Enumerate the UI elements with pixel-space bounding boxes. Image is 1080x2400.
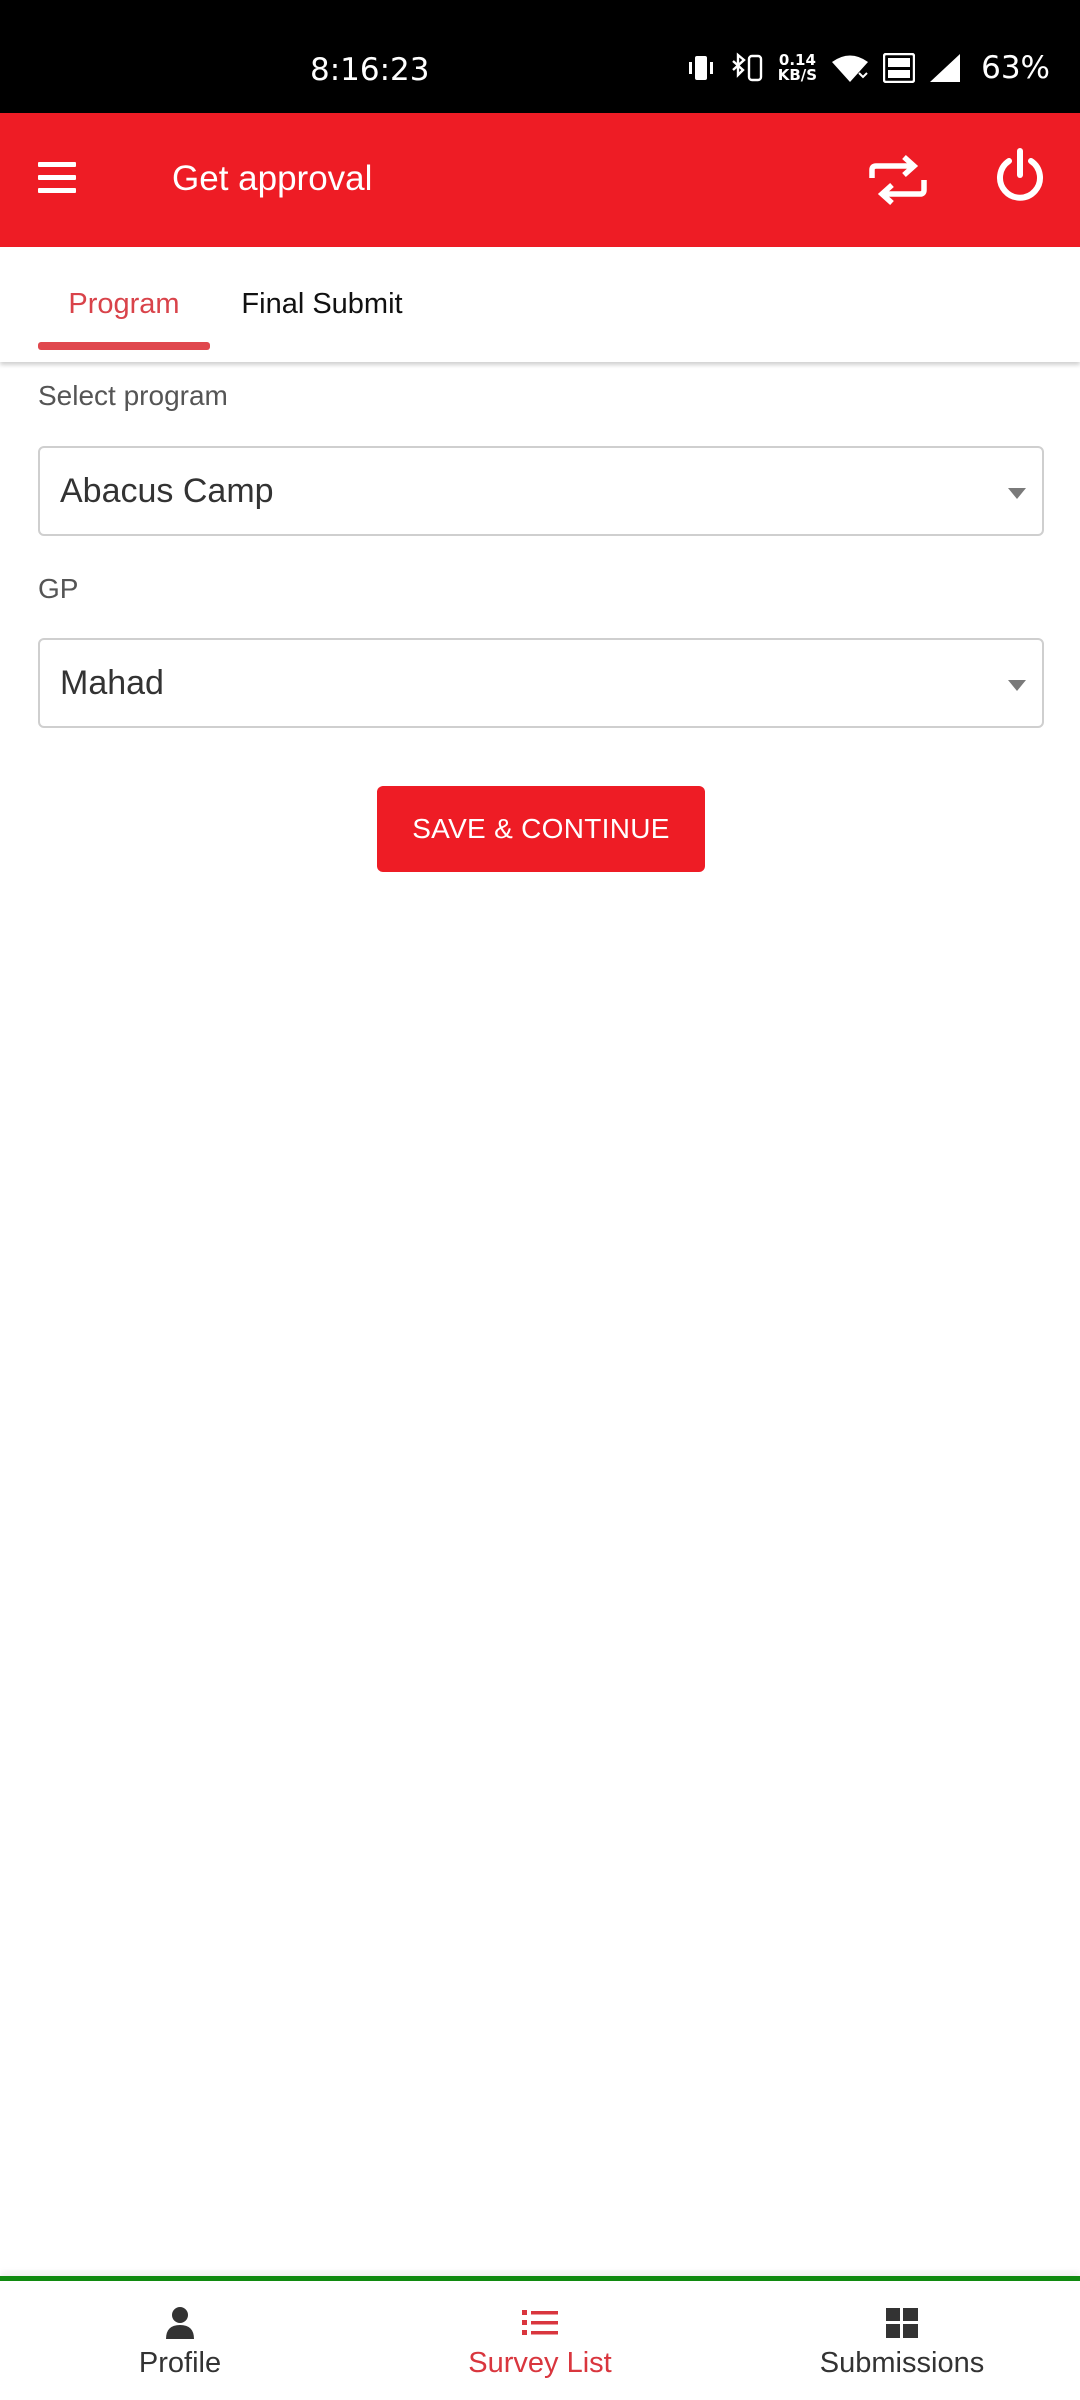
wifi-icon — [831, 53, 869, 83]
status-bar: 8:16:23 0.14 KB/S 63% — [0, 0, 1080, 113]
save-continue-button[interactable]: SAVE & CONTINUE — [377, 786, 705, 872]
nav-submissions[interactable]: Submissions — [752, 2281, 1052, 2400]
nav-survey-list[interactable]: Survey List — [390, 2281, 690, 2400]
gp-select-value: Mahad — [60, 664, 164, 702]
active-tab-indicator — [38, 342, 210, 350]
bottom-navigation: Profile Survey List Submissions — [0, 2276, 1080, 2400]
menu-icon — [38, 162, 76, 193]
page-title: Get approval — [172, 159, 373, 198]
gp-select[interactable]: Mahad — [38, 638, 1044, 728]
vibrate-icon — [686, 53, 716, 83]
bluetooth-icon — [730, 52, 764, 84]
nav-profile-label: Profile — [138, 2347, 222, 2379]
nav-profile[interactable]: Profile — [30, 2281, 330, 2400]
select-program-label: Select program — [38, 380, 228, 411]
volte-icon — [883, 53, 916, 83]
sync-button[interactable] — [866, 148, 930, 212]
network-speed: 0.14 KB/S — [778, 53, 817, 83]
program-select[interactable]: Abacus Camp — [38, 446, 1044, 536]
chevron-down-icon — [1008, 488, 1026, 499]
nav-survey-list-label: Survey List — [468, 2347, 612, 2379]
nav-submissions-label: Submissions — [819, 2347, 985, 2379]
signal-icon — [929, 53, 961, 83]
gp-label: GP — [38, 573, 79, 604]
menu-button[interactable] — [34, 153, 84, 203]
tab-final-submit[interactable]: Final Submit — [222, 247, 422, 362]
power-button[interactable] — [990, 145, 1050, 209]
program-select-value: Abacus Camp — [60, 472, 274, 510]
tab-bar: Program Final Submit — [0, 247, 1080, 362]
app-bar: Get approval — [0, 113, 1080, 247]
battery-level: 63% — [981, 50, 1050, 86]
power-icon — [997, 148, 1043, 201]
status-time: 8:16:23 — [310, 52, 430, 88]
sync-icon — [869, 154, 927, 206]
list-icon — [522, 2305, 558, 2341]
status-icons: 0.14 KB/S 63% — [686, 50, 1050, 86]
person-icon — [165, 2305, 195, 2341]
net-speed-unit: KB/S — [777, 66, 818, 84]
grid-icon — [886, 2305, 918, 2341]
chevron-down-icon — [1008, 680, 1026, 691]
